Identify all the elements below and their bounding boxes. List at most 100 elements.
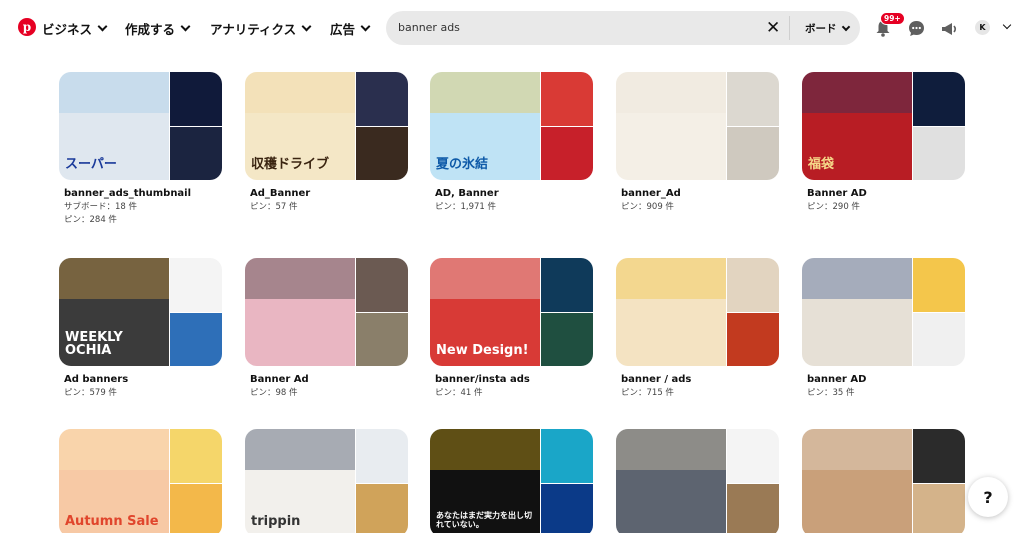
- clear-search-icon[interactable]: ✕: [766, 18, 780, 38]
- search-scope-dropdown[interactable]: ボード: [805, 21, 850, 36]
- board-cover-caption: 夏の氷結: [436, 157, 489, 173]
- board-cover-thumbnail[interactable]: 夏の氷結: [430, 72, 593, 180]
- board-cover-thumbnail[interactable]: WEEKLY OCHIA: [59, 258, 222, 366]
- side-image-bottom: [355, 482, 408, 533]
- board-cover-main-image: あなたはまだ実力を出し切れていない。: [430, 429, 540, 533]
- cover-image-accent: [802, 429, 912, 471]
- help-button[interactable]: ?: [968, 477, 1008, 517]
- board-title[interactable]: Banner AD: [807, 188, 965, 199]
- board-cover-thumbnail[interactable]: [245, 258, 408, 366]
- board-cover-main-image: 福袋: [802, 72, 912, 180]
- board-count-meta: ピン：290 件: [807, 202, 860, 212]
- board-cover-thumbnail[interactable]: 福袋: [802, 72, 965, 180]
- chevron-down-icon: [97, 21, 108, 31]
- side-image-bottom: [540, 482, 593, 533]
- board-cover-side-images: [726, 258, 779, 366]
- board-title[interactable]: banner_Ad: [621, 188, 779, 199]
- board-title[interactable]: AD, Banner: [435, 188, 593, 199]
- nav-ads-menu[interactable]: 広告: [330, 18, 371, 38]
- side-image-top: [912, 258, 965, 312]
- board-title[interactable]: banner_ads_thumbnail: [64, 188, 222, 199]
- board-cover-caption: 収穫ドライブ: [251, 157, 330, 173]
- board-cover-caption: スーパー: [65, 157, 117, 173]
- board-title[interactable]: banner AD: [807, 374, 965, 385]
- cover-image-accent: [616, 429, 726, 471]
- board-cover-side-images: [912, 258, 965, 366]
- side-image-bottom: [912, 482, 965, 533]
- board-title[interactable]: banner/insta ads: [435, 374, 593, 385]
- nav-create-menu[interactable]: 作成する: [125, 18, 191, 38]
- board-cover-main-image: 夏の氷結: [430, 72, 540, 180]
- board-cover-thumbnail[interactable]: スーパー: [59, 72, 222, 180]
- board-cover-thumbnail[interactable]: [802, 258, 965, 366]
- updates-button[interactable]: [938, 17, 960, 39]
- nav-business-menu[interactable]: ビジネス: [42, 18, 108, 38]
- board-card[interactable]: trippin: [245, 429, 408, 533]
- side-image-bottom: [540, 311, 593, 366]
- board-cover-thumbnail[interactable]: [616, 72, 779, 180]
- board-card[interactable]: 夏の氷結 AD, Banner ピン：1,971 件: [430, 72, 593, 214]
- board-count-meta: ピン：57 件: [250, 202, 298, 212]
- search-scope-label: ボード: [805, 23, 837, 35]
- nav-analytics-menu[interactable]: アナリティクス: [210, 18, 312, 38]
- side-image-bottom: [169, 482, 222, 533]
- board-card[interactable]: [802, 429, 965, 533]
- search-input[interactable]: banner ads: [398, 21, 460, 34]
- board-card[interactable]: banner_Ad ピン：909 件: [616, 72, 779, 214]
- side-image-top: [912, 429, 965, 483]
- board-card[interactable]: [616, 429, 779, 533]
- board-title[interactable]: banner / ads: [621, 374, 779, 385]
- cover-image-accent: [430, 258, 540, 300]
- board-cover-thumbnail[interactable]: trippin: [245, 429, 408, 533]
- board-cover-main-image: trippin: [245, 429, 355, 533]
- side-image-bottom: [726, 311, 779, 366]
- cover-image-accent: [430, 72, 540, 114]
- board-title[interactable]: Ad_Banner: [250, 188, 408, 199]
- board-card[interactable]: Banner Ad ピン：98 件: [245, 258, 408, 400]
- search-bar[interactable]: banner ads ✕ ボード: [386, 11, 860, 45]
- cover-image-accent: [59, 72, 169, 114]
- board-card[interactable]: あなたはまだ実力を出し切れていない。: [430, 429, 593, 533]
- side-image-bottom: [726, 125, 779, 180]
- megaphone-icon: [941, 22, 956, 35]
- board-cover-thumbnail[interactable]: [616, 429, 779, 533]
- board-cover-main-image: New Design!: [430, 258, 540, 366]
- board-card[interactable]: banner AD ピン：35 件: [802, 258, 965, 400]
- chevron-down-icon: [841, 22, 850, 31]
- side-image-top: [540, 72, 593, 126]
- messages-button[interactable]: [905, 17, 927, 39]
- chat-bubble-icon: [908, 20, 924, 36]
- account-avatar[interactable]: K: [975, 20, 990, 35]
- account-menu-chevron-icon[interactable]: [1002, 20, 1012, 30]
- board-cover-main-image: [616, 72, 726, 180]
- board-card[interactable]: Autumn Sale: [59, 429, 222, 533]
- board-cover-caption: あなたはまだ実力を出し切れていない。: [436, 511, 532, 529]
- board-cover-main-image: [245, 258, 355, 366]
- board-card[interactable]: banner / ads ピン：715 件: [616, 258, 779, 400]
- board-cover-side-images: [169, 429, 222, 533]
- board-card[interactable]: 収穫ドライブ Ad_Banner ピン：57 件: [245, 72, 408, 214]
- side-image-bottom: [726, 482, 779, 533]
- board-cover-main-image: [616, 429, 726, 533]
- board-title[interactable]: Ad banners: [64, 374, 222, 385]
- board-cover-thumbnail[interactable]: New Design!: [430, 258, 593, 366]
- side-image-top: [540, 258, 593, 312]
- board-title[interactable]: Banner Ad: [250, 374, 408, 385]
- side-image-bottom: [355, 311, 408, 366]
- board-card[interactable]: 福袋 Banner AD ピン：290 件: [802, 72, 965, 214]
- chevron-down-icon: [360, 21, 371, 31]
- side-image-top: [726, 72, 779, 126]
- board-card[interactable]: スーパー banner_ads_thumbnail サブボード：18 件ピン：284…: [59, 72, 222, 227]
- side-image-bottom: [169, 311, 222, 366]
- board-count-meta: ピン：715 件: [621, 388, 674, 398]
- board-cover-thumbnail[interactable]: [616, 258, 779, 366]
- board-cover-thumbnail[interactable]: [802, 429, 965, 533]
- board-card[interactable]: New Design! banner/insta ads ピン：41 件: [430, 258, 593, 400]
- board-cover-thumbnail[interactable]: Autumn Sale: [59, 429, 222, 533]
- notification-count-badge: 99+: [880, 12, 905, 25]
- board-cover-thumbnail[interactable]: あなたはまだ実力を出し切れていない。: [430, 429, 593, 533]
- pinterest-logo-icon[interactable]: p: [18, 18, 36, 36]
- cover-image-accent: [430, 429, 540, 471]
- board-cover-thumbnail[interactable]: 収穫ドライブ: [245, 72, 408, 180]
- board-card[interactable]: WEEKLY OCHIA Ad banners ピン：579 件: [59, 258, 222, 400]
